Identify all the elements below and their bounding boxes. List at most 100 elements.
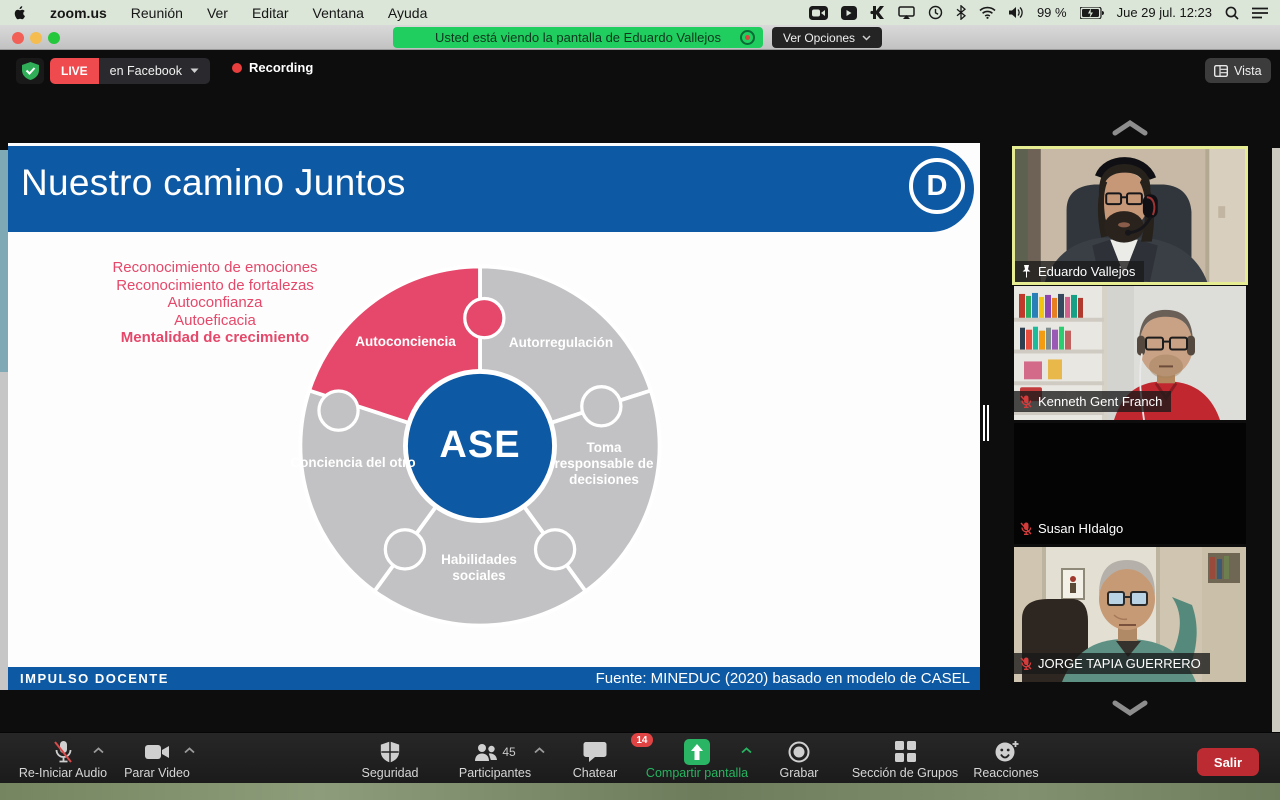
pin-icon: [1021, 265, 1032, 278]
participant-name: Susan HIdalgo: [1038, 521, 1123, 536]
muted-mic-icon: [1020, 522, 1032, 535]
share-screen-button[interactable]: Compartir pantalla: [627, 739, 767, 780]
segment-toma-responsable: Toma responsable de decisiones: [548, 440, 660, 488]
security-shield-button[interactable]: [16, 58, 44, 84]
leave-meeting-button[interactable]: Salir: [1197, 748, 1259, 776]
menu-ayuda[interactable]: Ayuda: [388, 5, 427, 21]
live-stream-dropdown[interactable]: LIVE en Facebook: [50, 58, 210, 84]
share-screen-icon: [684, 739, 710, 765]
participant-name-tag: JORGE TAPIA GUERRERO: [1014, 653, 1210, 674]
segment-autoconciencia: Autoconciencia: [338, 334, 473, 350]
airplay-icon[interactable]: [898, 6, 915, 20]
menu-editar[interactable]: Editar: [252, 5, 289, 21]
background-window-edge-teal: [0, 150, 8, 372]
slide-title: Nuestro camino Juntos: [21, 162, 406, 204]
share-options-caret[interactable]: [741, 747, 752, 754]
unmute-audio-button[interactable]: Re-Iniciar Audio: [10, 739, 116, 780]
participants-icon: [474, 742, 498, 762]
scroll-down-chevron[interactable]: [1112, 700, 1148, 716]
app-k-icon[interactable]: [870, 5, 885, 20]
participant-name: Eduardo Vallejos: [1038, 264, 1135, 279]
shield-icon: [379, 740, 401, 764]
footer-brand: IMPULSO DOCENTE: [20, 671, 169, 686]
menu-reunion[interactable]: Reunión: [131, 5, 183, 21]
record-label: Grabar: [780, 766, 819, 780]
breakout-label: Sección de Grupos: [852, 766, 958, 780]
record-icon: [788, 741, 810, 763]
segment-conciencia-del-otro: Conciencia del otro: [288, 455, 418, 471]
time-machine-icon[interactable]: [928, 5, 943, 20]
leave-label: Salir: [1214, 755, 1242, 770]
scroll-up-chevron[interactable]: [1112, 120, 1148, 136]
volume-icon[interactable]: [1009, 6, 1024, 19]
bluetooth-icon[interactable]: [956, 5, 966, 20]
chevron-down-icon: [190, 68, 199, 74]
desktop-wallpaper-strip: [0, 783, 1280, 800]
zoom-window-button[interactable]: [48, 32, 60, 44]
background-window-edge-gray: [0, 372, 8, 690]
menu-app-name[interactable]: zoom.us: [50, 5, 107, 21]
app-square-icon[interactable]: [841, 6, 857, 20]
close-window-button[interactable]: [12, 32, 24, 44]
slide-footer-bar: IMPULSO DOCENTE Fuente: MINEDUC (2020) b…: [8, 667, 980, 690]
participants-options-caret[interactable]: [534, 747, 545, 754]
recording-dot-icon: [232, 63, 242, 73]
video-tile-kenneth[interactable]: Kenneth Gent Franch: [1014, 286, 1246, 420]
logo-letter: D: [927, 170, 948, 203]
participants-label: Participantes: [459, 766, 531, 780]
share-scrollbar-handle[interactable]: [983, 405, 990, 441]
record-button[interactable]: Grabar: [762, 739, 836, 780]
audio-label: Re-Iniciar Audio: [19, 766, 107, 780]
apple-icon[interactable]: [12, 5, 26, 21]
wifi-icon[interactable]: [979, 6, 996, 19]
view-options-label: Ver Opciones: [783, 31, 855, 45]
menu-clock[interactable]: Jue 29 jul. 12:23: [1117, 5, 1212, 20]
video-options-caret[interactable]: [184, 747, 195, 754]
shared-presentation-slide: Nuestro camino Juntos D Reconocimiento d…: [8, 143, 980, 690]
participants-button[interactable]: 45 Participantes: [441, 739, 549, 780]
share-screen-label: Compartir pantalla: [646, 766, 748, 780]
muted-mic-icon: [1020, 395, 1032, 408]
footer-source: Fuente: MINEDUC (2020) basado en modelo …: [596, 670, 970, 687]
diagram-center-label: ASE: [430, 424, 530, 467]
security-label: Seguridad: [362, 766, 419, 780]
stop-video-button[interactable]: Parar Video: [112, 739, 202, 780]
video-label: Parar Video: [124, 766, 190, 780]
video-tile-jorge[interactable]: JORGE TAPIA GUERRERO: [1014, 547, 1246, 682]
menu-ver[interactable]: Ver: [207, 5, 228, 21]
menu-ventana[interactable]: Ventana: [313, 5, 364, 21]
view-layout-button[interactable]: Vista: [1205, 58, 1271, 83]
notification-list-icon[interactable]: [1252, 7, 1268, 19]
participant-name: Kenneth Gent Franch: [1038, 394, 1162, 409]
recording-indicator: Recording: [232, 60, 313, 75]
view-options-dropdown[interactable]: Ver Opciones: [772, 27, 882, 48]
breakout-grid-icon: [895, 741, 916, 762]
audio-options-caret[interactable]: [93, 747, 104, 754]
segment-habilidades-sociales: Habilidades sociales: [418, 552, 540, 584]
grid-view-icon: [1214, 65, 1228, 77]
camera-status-icon[interactable]: [809, 6, 828, 20]
reactions-button[interactable]: Reacciones: [962, 739, 1050, 780]
chat-label: Chatear: [573, 766, 617, 780]
segment-autorregulacion: Autorregulación: [486, 335, 636, 351]
video-tile-susan[interactable]: Susan HIdalgo: [1014, 423, 1246, 544]
minimize-window-button[interactable]: [30, 32, 42, 44]
battery-icon: [1080, 7, 1104, 19]
video-camera-icon: [144, 743, 170, 761]
participant-name-tag: Susan HIdalgo: [1014, 518, 1132, 539]
background-window-edge-right: [1272, 148, 1280, 768]
spotlight-icon[interactable]: [1225, 6, 1239, 20]
security-button[interactable]: Seguridad: [347, 739, 433, 780]
participants-count: 45: [502, 745, 515, 759]
mic-muted-icon: [52, 740, 74, 764]
impulso-docente-logo: D: [909, 158, 965, 214]
muted-mic-icon: [1020, 657, 1032, 670]
video-tile-eduardo[interactable]: Eduardo Vallejos: [1012, 146, 1248, 285]
chat-button[interactable]: 14 Chatear: [553, 739, 637, 780]
shield-check-icon: [22, 62, 39, 80]
breakout-rooms-button[interactable]: Sección de Grupos: [843, 739, 967, 780]
participant-name: JORGE TAPIA GUERRERO: [1038, 656, 1201, 671]
participant-name-tag: Eduardo Vallejos: [1015, 261, 1144, 282]
vista-label: Vista: [1234, 64, 1262, 78]
reactions-label: Reacciones: [973, 766, 1038, 780]
